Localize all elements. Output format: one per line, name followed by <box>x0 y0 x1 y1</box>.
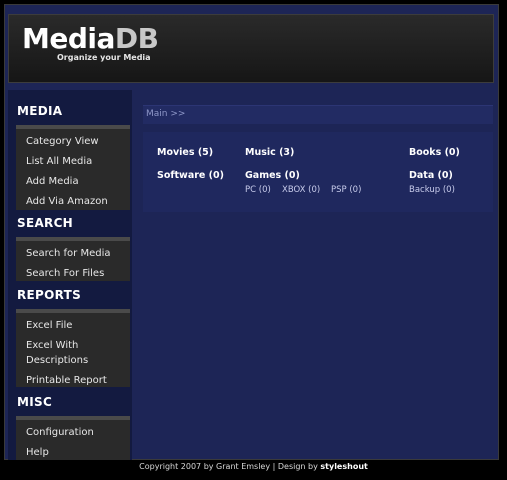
site-logo[interactable]: MediaDB <box>22 22 159 56</box>
category-movies[interactable]: Movies (5) <box>157 147 213 158</box>
subcategory-pc[interactable]: PC (0) <box>245 185 271 195</box>
sidebar-title-media: MEDIA <box>17 104 63 118</box>
sidebar-title-misc: MISC <box>17 395 53 409</box>
sidebar-item-search-for-media[interactable]: Search for Media <box>26 246 111 261</box>
sidebar-menu-search: Search for Media Search For Files <box>16 237 130 281</box>
category-data[interactable]: Data (0) <box>409 170 453 181</box>
sidebar-menu-misc: Configuration Help <box>16 416 130 460</box>
footer-designer-link[interactable]: styleshout <box>320 462 367 471</box>
sidebar-item-excel-file[interactable]: Excel File <box>26 318 72 333</box>
sidebar-item-add-media[interactable]: Add Media <box>26 174 79 189</box>
category-panel: Movies (5) Music (3) Books (0) Software … <box>143 132 493 212</box>
sidebar-title-search: SEARCH <box>17 216 74 230</box>
sidebar: MEDIA Category View List All Media Add M… <box>8 90 132 460</box>
category-books[interactable]: Books (0) <box>409 147 460 158</box>
sidebar-item-excel-with-descriptions[interactable]: Excel With <box>26 338 78 353</box>
sidebar-item-category-view[interactable]: Category View <box>26 134 99 149</box>
sidebar-item-list-all-media[interactable]: List All Media <box>26 154 92 169</box>
logo-text-db: DB <box>114 22 159 55</box>
sidebar-item-add-via-amazon[interactable]: Add Via Amazon <box>26 194 108 209</box>
sidebar-menu-reports: Excel File Excel With Descriptions Print… <box>16 309 130 387</box>
sidebar-title-reports: REPORTS <box>17 288 82 302</box>
site-tagline: Organize your Media <box>57 53 151 62</box>
footer-copyright: Copyright 2007 by Grant Emsley | Design … <box>139 462 318 471</box>
category-music[interactable]: Music (3) <box>245 147 294 158</box>
subcategory-psp[interactable]: PSP (0) <box>331 185 361 195</box>
sidebar-menu-media: Category View List All Media Add Media A… <box>16 125 130 210</box>
sidebar-item-printable-report[interactable]: Printable Report <box>26 373 107 388</box>
subcategory-backup[interactable]: Backup (0) <box>409 185 455 195</box>
sidebar-item-excel-with-descriptions-line2[interactable]: Descriptions <box>26 353 88 368</box>
site-footer: Copyright 2007 by Grant Emsley | Design … <box>0 462 507 476</box>
category-games[interactable]: Games (0) <box>245 170 300 181</box>
site-header: MediaDB Organize your Media <box>8 14 494 83</box>
sidebar-item-help[interactable]: Help <box>26 445 49 460</box>
sidebar-item-configuration[interactable]: Configuration <box>26 425 94 440</box>
breadcrumb: Main >> <box>143 105 493 124</box>
sidebar-item-search-for-files[interactable]: Search For Files <box>26 266 104 281</box>
category-software[interactable]: Software (0) <box>157 170 224 181</box>
subcategory-xbox[interactable]: XBOX (0) <box>282 185 320 195</box>
logo-text-media: Media <box>22 22 115 55</box>
breadcrumb-main-link[interactable]: Main >> <box>146 109 185 119</box>
